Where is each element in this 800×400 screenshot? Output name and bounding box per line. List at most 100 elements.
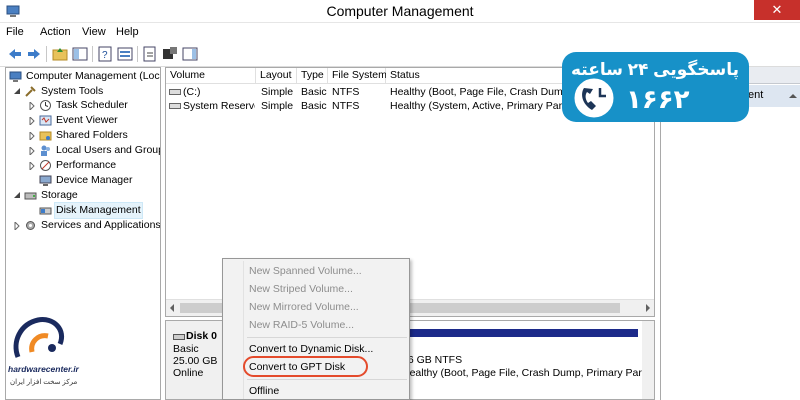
tree-label: Task Scheduler	[56, 99, 128, 111]
collapse-arrow-icon[interactable]	[13, 192, 21, 200]
toolbar-separator	[92, 46, 93, 62]
hardwarecenter-logo	[13, 317, 64, 358]
tree-label: System Tools	[41, 85, 104, 97]
table-cell-volume[interactable]: (C:)	[183, 85, 255, 99]
actions-item-label: ent	[748, 89, 764, 101]
clock-icon	[40, 100, 51, 111]
vertical-scrollbar[interactable]	[642, 321, 654, 399]
tree-item-disk-management[interactable]: Disk Management	[6, 202, 160, 219]
volume-drive-icon	[169, 89, 181, 95]
context-menu: New Spanned Volume... New Striped Volume…	[222, 258, 410, 400]
expand-arrow-icon[interactable]	[28, 147, 36, 155]
disk-drive-icon	[173, 334, 185, 340]
storage-icon	[24, 192, 37, 200]
table-cell-layout: Simple	[261, 100, 294, 112]
tree-label: Event Viewer	[56, 114, 118, 126]
disk-name: Disk 0	[186, 330, 217, 342]
table-cell-volume[interactable]: System Reserved	[183, 99, 255, 113]
up-folder-icon[interactable]	[51, 45, 69, 63]
tree-item-storage[interactable]: Storage	[6, 188, 160, 203]
tree-label: Device Manager	[56, 174, 133, 186]
partition-size: 66 GB NTFS	[402, 354, 463, 366]
column-header-volume[interactable]: Volume	[166, 68, 256, 84]
tree-label: Shared Folders	[56, 129, 128, 141]
partition-status: Healthy (Boot, Page File, Crash Dump, Pr…	[402, 367, 655, 379]
menu-item-new-mirrored-volume: New Mirrored Volume...	[249, 301, 359, 313]
banner-phone-number: ۱۶۶۲	[626, 84, 690, 114]
tree-label: Disk Management	[54, 202, 143, 219]
device-manager-icon	[39, 175, 52, 186]
tree-label: Local Users and Groups	[56, 144, 161, 156]
menu-item-new-raid5-volume: New RAID-5 Volume...	[249, 319, 355, 331]
close-button[interactable]: ✕	[754, 0, 800, 20]
tree-item-device-manager[interactable]: Device Manager	[6, 173, 160, 188]
show-hide-tree-icon[interactable]	[71, 45, 89, 63]
menu-bar: File Action View Help	[0, 23, 800, 42]
expand-arrow-icon[interactable]	[28, 117, 36, 125]
scroll-right-icon[interactable]	[644, 304, 652, 312]
services-icon	[26, 221, 35, 230]
column-header-type[interactable]: Type	[297, 68, 328, 84]
toolbar-separator	[137, 46, 138, 62]
expand-arrow-icon[interactable]	[28, 162, 36, 170]
expand-arrow-icon[interactable]	[13, 222, 21, 230]
export-icon[interactable]	[141, 45, 159, 63]
partition-bar[interactable]	[399, 329, 638, 337]
menu-item-new-striped-volume: New Striped Volume...	[249, 283, 353, 295]
scroll-left-icon[interactable]	[168, 304, 176, 312]
title-bar: Computer Management ✕	[0, 0, 800, 23]
menu-separator	[247, 379, 407, 380]
window-title: Computer Management	[326, 3, 474, 19]
column-header-file-system[interactable]: File System	[328, 68, 387, 84]
action-pane-icon[interactable]	[161, 45, 179, 63]
tree-label: Computer Management (Local	[26, 70, 161, 82]
shared-folder-icon	[39, 131, 52, 141]
tree-item-event-viewer[interactable]: Event Viewer	[6, 113, 160, 128]
computer-management-icon	[9, 71, 22, 82]
tree-item-shared-folders[interactable]: Shared Folders	[6, 128, 160, 143]
menu-item-convert-to-dynamic-disk[interactable]: Convert to Dynamic Disk...	[249, 343, 373, 355]
tree-item-root[interactable]: Computer Management (Local	[6, 69, 161, 84]
disk-state: Online	[173, 367, 204, 379]
table-cell-type: Basic	[301, 100, 327, 112]
tree-item-task-scheduler[interactable]: Task Scheduler	[6, 98, 160, 113]
disk-info-panel[interactable]: Disk 0 Basic 25.00 GB Online	[166, 321, 224, 399]
properties-icon[interactable]	[116, 45, 134, 63]
table-cell-type: Basic	[301, 86, 327, 98]
collapse-up-icon[interactable]	[789, 92, 797, 100]
table-cell-file-system: NTFS	[332, 100, 360, 112]
expand-arrow-icon[interactable]	[28, 102, 36, 110]
logo-subtitle: مرکز سخت افزار ایران	[10, 379, 78, 386]
help-icon[interactable]: ?	[96, 45, 114, 63]
tree-label: Storage	[41, 189, 78, 201]
column-header-layout[interactable]: Layout	[256, 68, 297, 84]
expand-arrow-icon[interactable]	[28, 132, 36, 140]
volume-drive-icon	[169, 103, 181, 109]
menu-separator	[247, 337, 407, 338]
menu-item-offline[interactable]: Offline	[249, 385, 279, 397]
collapse-arrow-icon[interactable]	[13, 88, 21, 96]
users-icon	[41, 145, 50, 156]
performance-icon	[40, 160, 51, 171]
back-icon[interactable]	[6, 45, 24, 63]
tree-item-local-users[interactable]: Local Users and Groups	[6, 143, 161, 158]
menu-help[interactable]: Help	[116, 26, 139, 38]
disk-management-icon	[39, 207, 52, 215]
settings-icon[interactable]	[181, 45, 199, 63]
menu-item-new-spanned-volume: New Spanned Volume...	[249, 265, 362, 277]
tools-icon	[25, 86, 36, 97]
toolbar-separator	[46, 46, 47, 62]
tree-label: Services and Applications	[41, 219, 161, 231]
tree-item-services[interactable]: Services and Applications	[6, 218, 161, 233]
tree-item-performance[interactable]: Performance	[6, 158, 160, 173]
forward-icon[interactable]	[25, 45, 43, 63]
menu-view[interactable]: View	[82, 26, 106, 38]
disk-size: 25.00 GB	[173, 355, 218, 367]
menu-action[interactable]: Action	[40, 26, 71, 38]
menu-file[interactable]: File	[6, 26, 24, 38]
disk-type: Basic	[173, 343, 199, 355]
logo-name: hardwarecenter.ir	[8, 364, 79, 374]
tree-item-system-tools[interactable]: System Tools	[6, 84, 160, 99]
highlight-annotation	[243, 356, 368, 377]
event-viewer-icon	[39, 115, 52, 126]
